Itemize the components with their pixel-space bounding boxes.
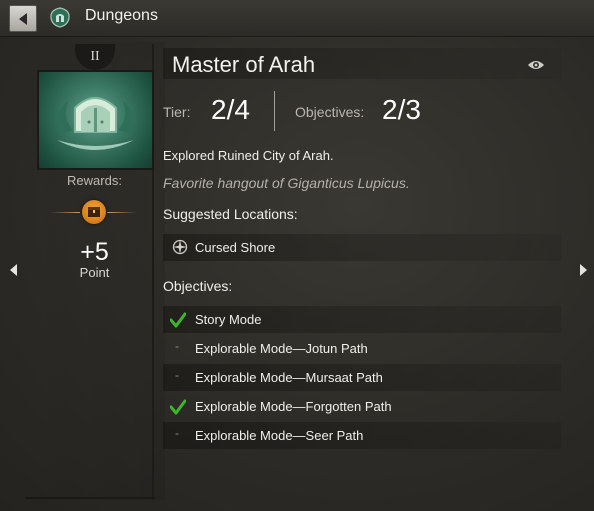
tier-value: 2/4 <box>211 94 250 125</box>
window-title: Dungeons <box>85 7 158 24</box>
reward-divider-right <box>107 212 137 213</box>
achievement-panel: Dungeons II Rewards: +5 Point Master of … <box>0 0 594 511</box>
objective-row: Explorable Mode—Forgotten Path <box>163 393 561 420</box>
objective-row: - Explorable Mode—Jotun Path <box>163 335 561 362</box>
objective-label: Explorable Mode—Mursaat Path <box>195 370 383 385</box>
achievement-title: Master of Arah <box>172 52 316 77</box>
checkmark-icon <box>170 399 186 415</box>
reward-unit: Point <box>79 265 110 280</box>
objective-row: - Explorable Mode—Mursaat Path <box>163 364 561 391</box>
achievement-icon <box>37 70 154 170</box>
objectives-count-label: Objectives: <box>295 104 365 120</box>
incomplete-marker: - <box>175 368 179 382</box>
incomplete-marker: - <box>175 339 179 353</box>
reward-divider-left <box>50 212 80 213</box>
objective-label: Story Mode <box>195 312 262 327</box>
arah-gate-icon <box>57 97 134 150</box>
tier-label: Tier: <box>163 104 191 120</box>
objective-label: Explorable Mode—Jotun Path <box>195 341 368 356</box>
rewards-label: Rewards: <box>67 173 122 188</box>
next-arrow-icon[interactable] <box>578 263 588 277</box>
dungeon-emblem-icon <box>50 7 70 28</box>
sidebar-bottom-edge <box>25 497 155 499</box>
objective-row: - Explorable Mode—Seer Path <box>163 422 561 449</box>
objective-row: Story Mode <box>163 306 561 333</box>
objectives-heading: Objectives: <box>163 278 233 294</box>
incomplete-marker: - <box>175 426 179 440</box>
suggested-locations-heading: Suggested Locations: <box>163 206 298 222</box>
objective-label: Explorable Mode—Forgotten Path <box>195 399 392 414</box>
reward-points: +5 <box>80 238 109 266</box>
previous-arrow-icon[interactable] <box>9 263 19 277</box>
compass-icon <box>172 239 188 255</box>
location-name[interactable]: Cursed Shore <box>195 240 275 255</box>
objectives-count-value: 2/3 <box>382 94 421 125</box>
eye-icon[interactable] <box>527 59 545 71</box>
objective-label: Explorable Mode—Seer Path <box>195 428 364 443</box>
achievement-flavor-text: Favorite hangout of Giganticus Lupicus. <box>163 175 410 191</box>
back-button[interactable] <box>9 5 37 32</box>
back-arrow-icon <box>19 12 27 25</box>
checkmark-icon <box>170 312 186 328</box>
achievement-description: Explored Ruined City of Arah. <box>163 148 334 163</box>
stat-divider <box>274 91 275 131</box>
reward-chest-icon[interactable] <box>82 200 106 224</box>
